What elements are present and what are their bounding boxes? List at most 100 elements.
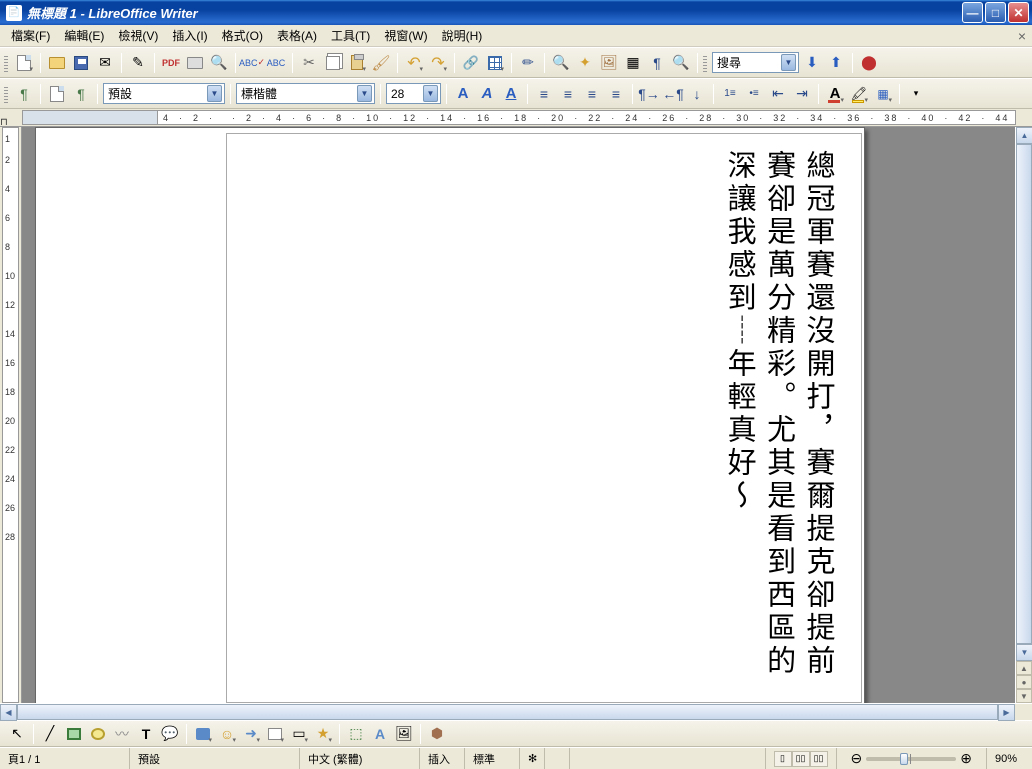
- number-list-button[interactable]: 1≡: [719, 83, 741, 105]
- paragraph-style-combo[interactable]: 預設 ▼: [103, 83, 225, 104]
- new-style-button[interactable]: [46, 83, 68, 105]
- status-modified[interactable]: ✻: [520, 748, 545, 769]
- h-scroll-thumb[interactable]: [17, 704, 998, 720]
- menu-format[interactable]: 格式(O): [215, 25, 270, 46]
- show-draw-button[interactable]: ✏: [517, 52, 539, 74]
- spellcheck-button[interactable]: ABC✓: [241, 52, 263, 74]
- ttb-lr-button[interactable]: ↓: [686, 83, 708, 105]
- copy-button[interactable]: [322, 52, 344, 74]
- zoom-value[interactable]: 90%: [987, 748, 1032, 769]
- gallery-button[interactable]: 🖼: [598, 52, 620, 74]
- callout-shapes-button[interactable]: ▭: [288, 723, 310, 745]
- search-down-button[interactable]: ⬇: [801, 52, 823, 74]
- status-page[interactable]: 頁1 / 1: [0, 748, 130, 769]
- line-tool-button[interactable]: ╱: [39, 723, 61, 745]
- indent-increase-button[interactable]: ⇥: [791, 83, 813, 105]
- paste-button[interactable]: [346, 52, 368, 74]
- zoom-out-button[interactable]: ⊖: [851, 750, 863, 767]
- font-size-combo[interactable]: 28 ▼: [386, 83, 441, 104]
- bullet-list-button[interactable]: •≡: [743, 83, 765, 105]
- prev-page-button[interactable]: ▲: [1016, 661, 1032, 675]
- cut-button[interactable]: ✂: [298, 52, 320, 74]
- extension-button[interactable]: ⬤: [858, 52, 880, 74]
- symbol-shapes-button[interactable]: ☺: [216, 723, 238, 745]
- print-button[interactable]: [184, 52, 206, 74]
- window-minimize-button[interactable]: —: [962, 2, 983, 23]
- scroll-thumb[interactable]: [1016, 144, 1032, 644]
- align-left-button[interactable]: ≡: [533, 83, 555, 105]
- document-page[interactable]: 總冠軍賽還沒開打，賽爾提克卻提前 賽卻是萬分精彩。尤其是看到西區的 深讓我感到┊…: [226, 133, 862, 703]
- scroll-track[interactable]: [1016, 144, 1032, 644]
- menu-insert[interactable]: 插入(I): [165, 25, 214, 46]
- new-document-button[interactable]: [13, 52, 35, 74]
- hyperlink-button[interactable]: 🔗: [460, 52, 482, 74]
- open-button[interactable]: [46, 52, 68, 74]
- rtl-button[interactable]: ←¶: [662, 83, 684, 105]
- menu-edit[interactable]: 編輯(E): [57, 25, 111, 46]
- select-tool-button[interactable]: ↖: [6, 723, 28, 745]
- size-value[interactable]: 28: [391, 87, 419, 101]
- menu-file[interactable]: 檔案(F): [4, 25, 57, 46]
- callout-tool-button[interactable]: 💬: [159, 723, 181, 745]
- find-replace-button[interactable]: 🔍: [550, 52, 572, 74]
- status-selection-mode[interactable]: 標準: [465, 748, 520, 769]
- menu-help[interactable]: 說明(H): [435, 25, 490, 46]
- document-close-button[interactable]: ×: [1018, 28, 1026, 44]
- freeform-tool-button[interactable]: 〰: [111, 723, 133, 745]
- bold-button[interactable]: A: [452, 83, 474, 105]
- search-combo[interactable]: 搜尋 ▼: [712, 52, 799, 73]
- zoom-button[interactable]: 🔍: [670, 52, 692, 74]
- dropdown-arrow-icon[interactable]: ▼: [423, 85, 438, 102]
- scroll-up-button[interactable]: ▲: [1016, 127, 1032, 144]
- zoom-in-button[interactable]: ⊕: [960, 750, 972, 767]
- save-button[interactable]: [70, 52, 92, 74]
- align-justify-button[interactable]: ≡: [605, 83, 627, 105]
- font-color-button[interactable]: A: [824, 83, 846, 105]
- format-paintbrush-button[interactable]: 🖌: [370, 52, 392, 74]
- dropdown-arrow-icon[interactable]: ▼: [781, 54, 796, 71]
- font-name-combo[interactable]: 標楷體 ▼: [236, 83, 375, 104]
- extrusion-button[interactable]: ⬢: [426, 723, 448, 745]
- horizontal-scrollbar[interactable]: ◀ ▶: [0, 703, 1032, 720]
- rect-tool-button[interactable]: [63, 723, 85, 745]
- flowchart-button[interactable]: [264, 723, 286, 745]
- window-close-button[interactable]: ✕: [1008, 2, 1029, 23]
- ltr-button[interactable]: ¶→: [638, 83, 660, 105]
- document-canvas[interactable]: 總冠軍賽還沒開打，賽爾提克卻提前 賽卻是萬分精彩。尤其是看到西區的 深讓我感到┊…: [22, 127, 1015, 703]
- insert-table-button[interactable]: [484, 52, 506, 74]
- underline-button[interactable]: A: [500, 83, 522, 105]
- data-sources-button[interactable]: ▦: [622, 52, 644, 74]
- document-text[interactable]: 總冠軍賽還沒開打，賽爾提克卻提前 賽卻是萬分精彩。尤其是看到西區的 深讓我感到┊…: [715, 150, 833, 688]
- background-color-button[interactable]: ▦: [872, 83, 894, 105]
- zoom-slider-track[interactable]: [866, 757, 956, 761]
- edit-mode-button[interactable]: ✎: [127, 52, 149, 74]
- status-style[interactable]: 預設: [130, 748, 300, 769]
- navigator-button[interactable]: ✦: [574, 52, 596, 74]
- star-shapes-button[interactable]: ★: [312, 723, 334, 745]
- redo-button[interactable]: ↷: [427, 52, 449, 74]
- search-up-button[interactable]: ⬆: [825, 52, 847, 74]
- scroll-left-button[interactable]: ◀: [0, 704, 17, 721]
- font-value[interactable]: 標楷體: [241, 85, 353, 102]
- horizontal-ruler[interactable]: 4 · 2 · · 2 · 4 · 6 · 8 · 10 · 12 · 14 ·…: [0, 109, 1032, 127]
- email-button[interactable]: ✉: [94, 52, 116, 74]
- window-maximize-button[interactable]: □: [985, 2, 1006, 23]
- dropdown-arrow-icon[interactable]: ▼: [207, 85, 222, 102]
- indent-decrease-button[interactable]: ⇤: [767, 83, 789, 105]
- toolbar-grip-2[interactable]: [703, 54, 707, 72]
- nav-browse-button[interactable]: ●: [1016, 675, 1032, 689]
- align-center-button[interactable]: ≡: [557, 83, 579, 105]
- toolbar-grip[interactable]: [4, 54, 8, 72]
- print-preview-button[interactable]: 🔍: [208, 52, 230, 74]
- ellipse-tool-button[interactable]: [87, 723, 109, 745]
- points-button[interactable]: ⬚: [345, 723, 367, 745]
- status-language[interactable]: 中文 (繁體): [300, 748, 420, 769]
- more-button[interactable]: ▾: [905, 83, 927, 105]
- single-page-view-button[interactable]: ▯: [774, 751, 792, 767]
- zoom-slider-thumb[interactable]: [900, 753, 908, 765]
- dropdown-arrow-icon[interactable]: ▼: [357, 85, 372, 102]
- next-page-button[interactable]: ▼: [1016, 689, 1032, 703]
- menu-window[interactable]: 視窗(W): [377, 25, 434, 46]
- search-input[interactable]: 搜尋: [717, 54, 777, 71]
- block-arrows-button[interactable]: ➜: [240, 723, 262, 745]
